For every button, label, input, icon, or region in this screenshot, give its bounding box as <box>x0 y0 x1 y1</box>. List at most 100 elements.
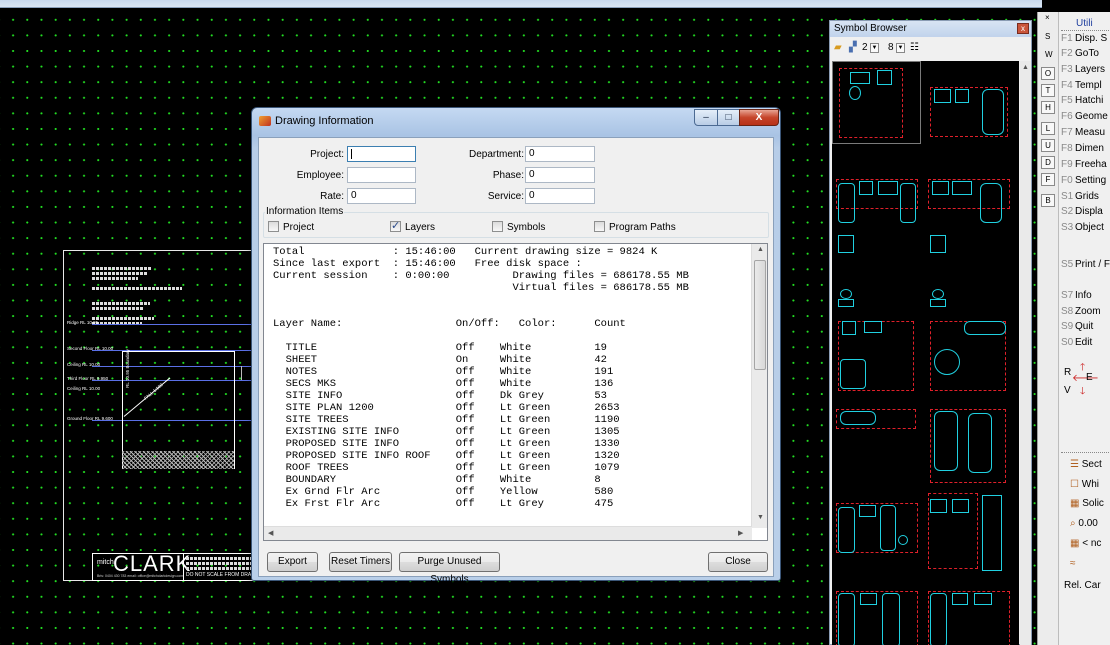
nav-e[interactable]: E <box>1086 372 1093 383</box>
department-input[interactable]: 0 <box>525 146 595 162</box>
symbol-browser-close-icon[interactable]: x <box>1017 23 1029 34</box>
property-row[interactable]: ⌕ 0.00 <box>1070 518 1098 529</box>
util-tab-b[interactable]: B <box>1041 194 1055 207</box>
utility-item-f8[interactable]: F8 Dimen <box>1061 143 1104 154</box>
arrow-down-icon[interactable]: 🡓 <box>1080 384 1085 401</box>
checkbox-box-checked[interactable] <box>390 219 401 232</box>
program-paths-checkbox[interactable]: Program Paths <box>594 221 676 233</box>
layers-checkbox[interactable]: Layers <box>390 219 435 233</box>
symbol-browser-scrollbar[interactable]: ▲ <box>1020 61 1031 645</box>
view-options-icon[interactable]: ☷ <box>910 42 919 53</box>
property-row[interactable]: ≈ <box>1070 558 1076 569</box>
columns-dropdown-icon[interactable]: ▼ <box>870 43 879 53</box>
symbol-cell[interactable] <box>832 577 921 645</box>
util-letter-w[interactable]: W <box>1045 50 1053 59</box>
utility-item-s2[interactable]: S2 Displa <box>1061 206 1103 217</box>
symbol-cell[interactable] <box>924 577 1013 645</box>
util-tab-h[interactable]: H <box>1041 101 1055 114</box>
util-letter-s[interactable]: S <box>1045 32 1050 41</box>
employee-input[interactable] <box>347 167 416 183</box>
sheet-note-line <box>92 272 148 275</box>
utility-item-s1[interactable]: S1 Grids <box>1061 191 1099 202</box>
symbol-cell[interactable] <box>924 405 1013 488</box>
scroll-thumb[interactable] <box>754 260 766 370</box>
maximize-button[interactable]: □ <box>717 109 740 126</box>
symbol-cell[interactable] <box>832 61 921 144</box>
utility-item-s8[interactable]: S8 Zoom <box>1061 306 1101 317</box>
symbol-cell[interactable] <box>924 61 1013 144</box>
symbol-cell[interactable] <box>924 147 1013 230</box>
checkbox-box[interactable] <box>268 221 279 232</box>
utilities-title: Utili <box>1076 18 1093 29</box>
util-tab-t[interactable]: T <box>1041 84 1055 97</box>
export-button[interactable]: Export <box>267 552 318 572</box>
report-textarea[interactable]: Total : 15:46:00 Current drawing size = … <box>263 243 768 541</box>
symbol-cell[interactable] <box>924 233 1013 316</box>
drawing-sheet: · Ridge RL 10.95 Second Floor RL 10.00 C… <box>63 250 267 581</box>
utility-item-s0[interactable]: S0 Edit <box>1061 337 1092 348</box>
utility-item-f4[interactable]: F4 Templ <box>1061 80 1102 91</box>
property-row[interactable]: ▦ Solic <box>1070 498 1104 509</box>
phase-label: Phase: <box>492 170 524 181</box>
property-row[interactable]: ☰ Sect <box>1070 459 1102 470</box>
utility-item-f5[interactable]: F5 Hatchi <box>1061 95 1103 106</box>
symbol-cell[interactable] <box>832 233 921 316</box>
dialog-titlebar[interactable]: Drawing Information – □ X <box>252 108 780 132</box>
utilities-tab-strip: × S W O T H L U D F B <box>1038 12 1059 645</box>
minimize-button[interactable]: – <box>694 109 718 126</box>
ground-hatch <box>122 451 234 469</box>
utility-item-f6[interactable]: F6 Geome <box>1061 111 1108 122</box>
utility-item-f0[interactable]: F0 Setting <box>1061 175 1106 186</box>
checkbox-box[interactable] <box>492 221 503 232</box>
util-tab-l[interactable]: L <box>1041 122 1055 135</box>
purge-unused-symbols-button[interactable]: Purge Unused Symbols <box>399 552 500 585</box>
util-tab-d[interactable]: D <box>1041 156 1055 169</box>
property-row[interactable]: ☐ Whi <box>1070 479 1099 490</box>
utility-item-f3[interactable]: F3 Layers <box>1061 64 1105 75</box>
phase-input[interactable]: 0 <box>525 167 595 183</box>
property-row[interactable]: ▦ < nc <box>1070 538 1101 549</box>
reset-timers-button[interactable]: Reset Timers <box>329 552 392 572</box>
symbol-cell[interactable] <box>832 491 921 574</box>
utility-item-f2[interactable]: F2 GoTo <box>1061 48 1099 59</box>
symbols-checkbox[interactable]: Symbols <box>492 221 545 233</box>
service-input[interactable]: 0 <box>525 188 595 204</box>
scroll-right-icon[interactable]: ▶ <box>738 529 743 537</box>
utility-key: S3 <box>1061 222 1074 233</box>
scroll-left-icon[interactable]: ◀ <box>268 529 273 537</box>
property-row[interactable]: Rel. Car <box>1064 580 1101 591</box>
close-window-button[interactable]: X <box>739 109 779 126</box>
utility-item-f9[interactable]: F9 Freeha <box>1061 159 1107 170</box>
util-tab-f[interactable]: F <box>1041 173 1055 186</box>
utility-item-s9[interactable]: S9 Quit <box>1061 321 1093 332</box>
utility-key: F2 <box>1061 48 1073 59</box>
utility-label: Measu <box>1075 127 1106 138</box>
rows-dropdown-icon[interactable]: ▼ <box>896 43 905 53</box>
project-checkbox[interactable]: Project <box>268 221 314 233</box>
util-tab-o[interactable]: O <box>1041 67 1055 80</box>
utility-item-f1[interactable]: F1 Disp. S <box>1061 33 1107 44</box>
symbol-cell[interactable] <box>832 405 921 488</box>
utility-item-s7[interactable]: S7 Info <box>1061 290 1092 301</box>
scroll-up-icon[interactable]: ▲ <box>757 246 764 253</box>
project-input[interactable] <box>347 146 416 162</box>
symbol-cell[interactable] <box>832 147 921 230</box>
utility-item-s5[interactable]: S5 Print / F <box>1061 259 1110 270</box>
folder-icon[interactable]: ▰ <box>834 42 842 53</box>
vertical-scrollbar[interactable]: ▲ ▼ <box>751 244 767 528</box>
scroll-down-icon[interactable]: ▼ <box>757 514 764 521</box>
checkbox-box[interactable] <box>594 221 605 232</box>
nav-v[interactable]: V <box>1064 385 1071 396</box>
rate-input[interactable]: 0 <box>347 188 416 204</box>
scroll-up-icon[interactable]: ▲ <box>1022 64 1029 71</box>
utility-item-f7[interactable]: F7 Measu <box>1061 127 1105 138</box>
utility-item-s3[interactable]: S3 Object <box>1061 222 1104 233</box>
panel-close-icon[interactable]: × <box>1045 13 1050 22</box>
symbol-cell[interactable] <box>924 319 1013 402</box>
nav-r[interactable]: R <box>1064 367 1071 378</box>
close-button[interactable]: Close <box>708 552 768 572</box>
horizontal-scrollbar[interactable]: ◀ ▶ <box>264 526 752 540</box>
symbol-cell[interactable] <box>924 491 1013 574</box>
util-tab-u[interactable]: U <box>1041 139 1055 152</box>
symbol-cell[interactable] <box>832 319 921 402</box>
